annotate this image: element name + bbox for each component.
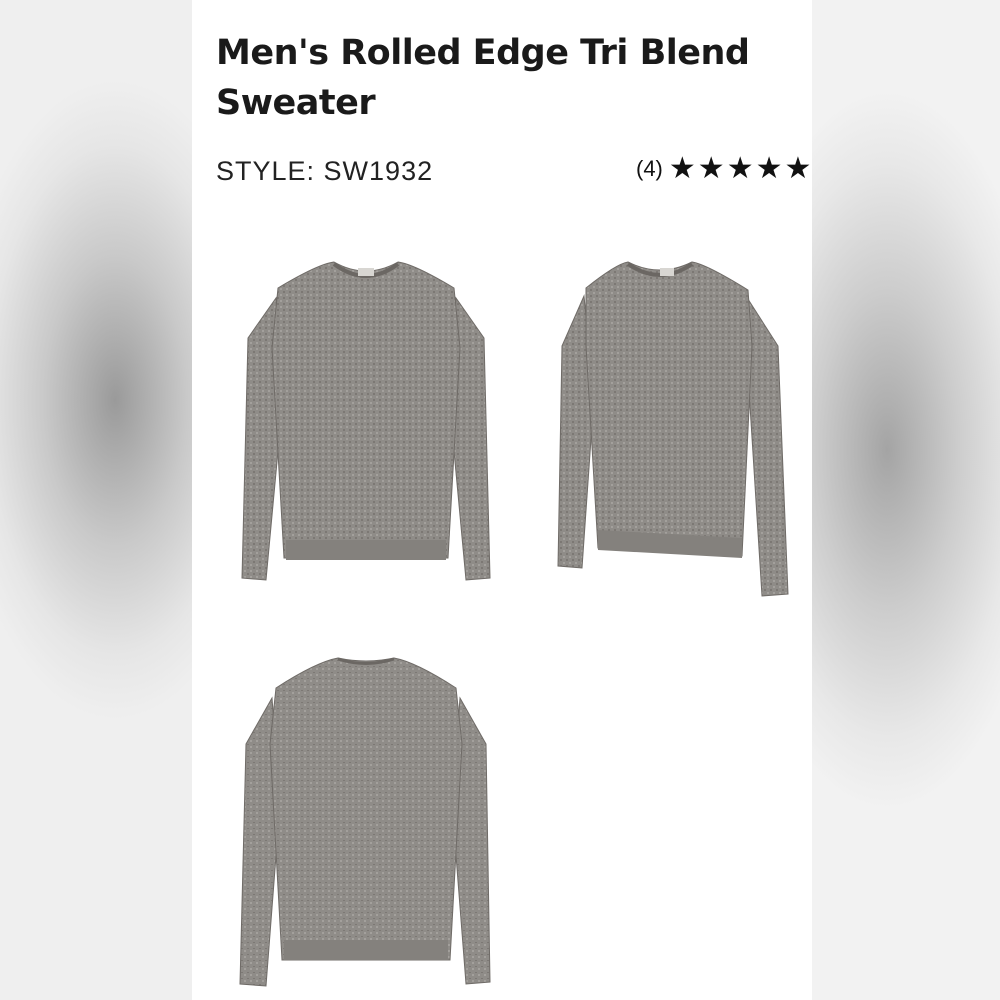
star-icon: ★: [784, 152, 812, 185]
sweater-back-image[interactable]: [238, 654, 494, 990]
product-rating[interactable]: (4) ★ ★ ★ ★ ★: [636, 154, 812, 184]
sweater-side-image[interactable]: [556, 256, 792, 598]
star-icon: ★: [697, 152, 725, 185]
sweater-back-icon: [239, 657, 491, 987]
product-style-code: STYLE: SW1932: [216, 156, 434, 186]
sweater-side-icon: [557, 261, 789, 597]
review-count[interactable]: (4): [636, 156, 663, 182]
product-title: Men's Rolled Edge Tri Blend Sweater: [216, 33, 750, 123]
product-panel: Men's Rolled Edge Tri Blend Sweater STYL…: [192, 0, 812, 1000]
star-icon: ★: [668, 152, 696, 185]
star-icon: ★: [726, 152, 754, 185]
blurred-background-right: [812, 0, 1000, 1000]
sweater-front-icon: [241, 261, 491, 581]
blurred-background-left: [0, 0, 192, 1000]
sweater-front-image[interactable]: [238, 258, 494, 588]
star-icon: ★: [755, 152, 783, 185]
